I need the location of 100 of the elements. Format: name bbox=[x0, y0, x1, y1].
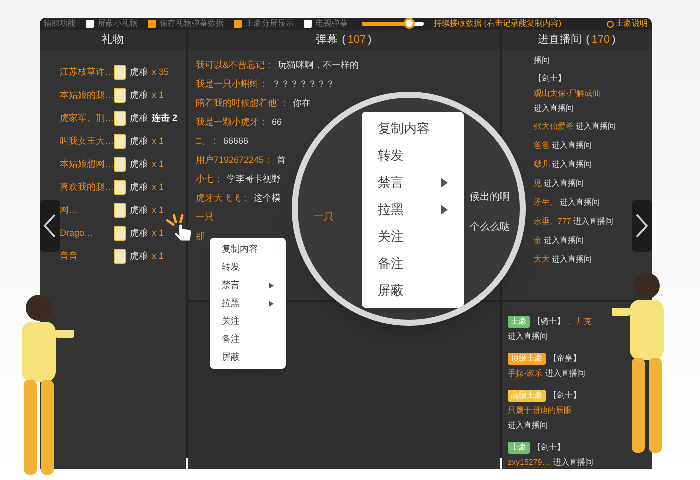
checkbox[interactable] bbox=[304, 20, 312, 28]
danmu-user: □、： bbox=[196, 134, 220, 148]
menu-item[interactable]: 屏蔽 bbox=[210, 350, 286, 365]
danmu-count: 107 bbox=[348, 32, 366, 48]
toolbar-label: 辅助功能 bbox=[44, 18, 76, 30]
entry-text: 进入直播间 bbox=[508, 420, 548, 432]
gift-name: 虎粮 bbox=[130, 250, 148, 263]
slider-thumb[interactable] bbox=[404, 18, 416, 29]
danmu-user: 我是一只小蝌蚪： bbox=[196, 78, 268, 91]
gift-name: 虎粮 bbox=[130, 226, 148, 240]
menu-item[interactable]: 禁言 bbox=[210, 278, 286, 293]
menu-item[interactable]: 拉黑 bbox=[210, 296, 286, 311]
entry-text: 进入直播间 bbox=[552, 159, 592, 171]
entry-text: 进入直播间 bbox=[544, 235, 584, 247]
gift-bag-icon bbox=[114, 226, 126, 241]
entry-text: 播间 bbox=[534, 55, 550, 67]
danmu-user: 陪着我的时候想着他`： bbox=[196, 96, 289, 110]
gift-name: 虎粮 bbox=[130, 66, 148, 79]
rank-label: 【帝皇】 bbox=[549, 353, 581, 365]
entry-user: 、丿克 bbox=[568, 316, 592, 328]
checkbox[interactable] bbox=[148, 20, 156, 28]
magnified-text: 一只 bbox=[314, 211, 334, 225]
menu-item[interactable]: 禁言 bbox=[362, 174, 464, 192]
checkbox-label: 电视弹幕 bbox=[316, 18, 348, 30]
entry-user: zxy15279… bbox=[508, 457, 550, 469]
gift-bag-icon bbox=[114, 157, 126, 172]
entry-text: 进入直播间 bbox=[546, 368, 586, 380]
magnified-text: 候出的啊 bbox=[470, 190, 510, 205]
entry-text: 进入直播间 bbox=[560, 197, 600, 209]
rank-label: 【剑士】 bbox=[549, 390, 581, 402]
checkbox[interactable] bbox=[86, 20, 94, 28]
rank-label: 【剑士】 bbox=[533, 442, 565, 454]
gift-name: 虎粮 bbox=[130, 88, 148, 102]
danmu-text: 首 bbox=[277, 154, 286, 167]
vip-badge: 土豪 bbox=[508, 442, 530, 454]
parenthesis: ( bbox=[342, 32, 346, 48]
gift-bag-icon bbox=[114, 180, 126, 195]
gift-name: 虎粮 bbox=[130, 112, 148, 125]
parenthesis: ) bbox=[368, 32, 372, 48]
menu-item[interactable]: 拉黑 bbox=[362, 201, 464, 219]
magnified-text: 个么么哒 bbox=[470, 220, 510, 235]
gift-bag-icon bbox=[114, 203, 126, 218]
menu-item[interactable]: 关注 bbox=[210, 314, 286, 329]
slider-label: 持续接收数据 (右击记录能复制内容) bbox=[434, 18, 562, 30]
chevron-left-icon bbox=[43, 213, 57, 239]
entry-user: 张大仙爱希 bbox=[534, 121, 574, 133]
danmu-user: 一只 bbox=[196, 210, 214, 224]
gift-bag-icon bbox=[114, 111, 126, 126]
danmu-user: 小七： bbox=[196, 172, 223, 186]
next-arrow-button[interactable] bbox=[632, 200, 652, 252]
danmu-text: 这个模 bbox=[254, 192, 281, 205]
gift-bag-icon bbox=[114, 88, 126, 103]
entry-count: 170 bbox=[592, 32, 610, 48]
menu-item[interactable]: 复制内容 bbox=[362, 120, 464, 138]
gift-amount: x 1 bbox=[152, 134, 164, 148]
entry-user: 见 bbox=[534, 178, 542, 190]
danmu-user: 用户7192672245： bbox=[196, 154, 274, 167]
entry-text: 进入直播间 bbox=[552, 254, 592, 266]
danmu-text: 玩猫咪啊，不一样的 bbox=[278, 58, 360, 72]
danmu-text: ？？？？？？？ bbox=[272, 78, 335, 91]
checkbox-label: 屏蔽小礼物 bbox=[98, 18, 138, 30]
checkbox[interactable] bbox=[234, 20, 242, 28]
danmu-text: 66666 bbox=[223, 134, 248, 148]
entry-user: 永垂、777 bbox=[534, 216, 572, 228]
help-link[interactable]: 土豪说明 bbox=[607, 18, 648, 30]
menu-item[interactable]: 屏蔽 bbox=[362, 282, 464, 300]
menu-item[interactable]: 备注 bbox=[210, 332, 286, 347]
entry-text: 进入直播间 bbox=[573, 216, 614, 228]
entry-user: 矛生。 bbox=[534, 197, 558, 209]
danmu-user: 虎牙大飞飞： bbox=[196, 192, 250, 205]
entry-text: 进入直播间 bbox=[553, 457, 594, 469]
entry-text: 进入直播间 bbox=[544, 178, 584, 190]
rank-label: 【骑士】 bbox=[533, 316, 565, 328]
gift-amount: x 1 bbox=[152, 158, 164, 171]
entry-text: 进入直播间 bbox=[552, 140, 592, 152]
gift-user: Drago… bbox=[60, 226, 95, 240]
gift-amount: x 1 bbox=[152, 204, 164, 217]
gift-user: 音音 bbox=[60, 250, 79, 263]
panel-header: 礼物 bbox=[40, 30, 186, 50]
entry-user: 只属于珊迪的辰眼 bbox=[508, 405, 572, 417]
panel-title: 弹幕 bbox=[316, 32, 338, 48]
menu-item[interactable]: 转发 bbox=[362, 147, 464, 165]
danmu-user: 我是一颗小虎牙： bbox=[196, 116, 268, 129]
menu-item[interactable]: 复制内容 bbox=[210, 242, 286, 257]
previous-arrow-button[interactable] bbox=[40, 200, 60, 252]
parenthesis: ( bbox=[586, 32, 590, 48]
danmu-text: 66 bbox=[272, 116, 282, 129]
gift-amount: x 1 bbox=[152, 180, 164, 194]
vip-badge: 高级土豪 bbox=[508, 390, 546, 402]
gift-bag-icon bbox=[114, 134, 126, 149]
checkbox-label: 土豪分屏显示 bbox=[246, 18, 294, 30]
menu-item[interactable]: 关注 bbox=[362, 228, 464, 246]
entry-user: 爸爸 bbox=[534, 140, 550, 152]
gift-name: 虎粮 bbox=[130, 204, 148, 217]
entry-text: 进入直播间 bbox=[508, 331, 548, 343]
entry-user: 观山太保-尸解成仙 bbox=[534, 88, 601, 100]
menu-item[interactable]: 备注 bbox=[362, 255, 464, 273]
panel-title: 进直播间 bbox=[538, 32, 582, 48]
menu-item[interactable]: 转发 bbox=[210, 260, 286, 275]
gift-amount: x 1 bbox=[152, 250, 164, 263]
